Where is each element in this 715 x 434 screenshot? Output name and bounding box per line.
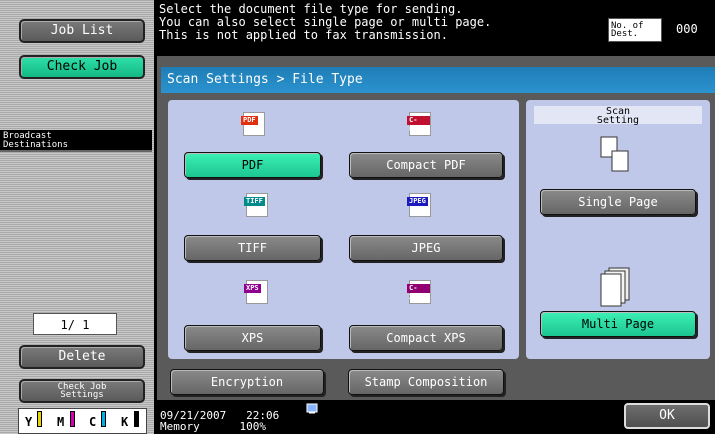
compact-pdf-button[interactable]: Compact PDF	[349, 152, 503, 178]
instruction-message: Select the document file type for sendin…	[159, 3, 599, 42]
toner-c-bar	[101, 411, 106, 427]
check-job-button[interactable]: Check Job	[19, 55, 145, 79]
pdf-file-icon: PDF	[241, 112, 265, 136]
status-memory-value: 100%	[239, 420, 267, 433]
tiff-file-icon: TIFF	[244, 193, 268, 217]
toner-m-label: M	[57, 415, 65, 429]
multi-page-icon	[600, 267, 630, 307]
toner-m-bar	[70, 411, 75, 427]
toner-c-label: C	[89, 415, 97, 429]
toner-k-bar	[134, 411, 139, 427]
pdf-button[interactable]: PDF	[184, 152, 321, 178]
compact-xps-button[interactable]: Compact XPS	[349, 325, 503, 351]
toner-y-label: Y	[25, 415, 33, 429]
job-list-button[interactable]: Job List	[19, 19, 145, 43]
delete-button[interactable]: Delete	[19, 345, 145, 369]
single-page-icon	[600, 136, 629, 172]
file-type-panel: PDF PDF C-PDF Compact PDF TIFF TIFF JPEG…	[168, 100, 519, 359]
xps-file-icon: XPS	[244, 280, 268, 304]
page-counter: 1/ 1	[33, 313, 117, 335]
destination-count: 000	[676, 22, 698, 36]
check-job-settings-button[interactable]: Check Job Settings	[19, 379, 145, 403]
broadcast-destinations-tab[interactable]: Broadcast Destinations	[0, 130, 152, 152]
dest-label-line2: Dest.	[611, 29, 639, 39]
date-time-memory: 09/21/2007 22:06 Memory 100%	[160, 410, 279, 432]
single-page-button[interactable]: Single Page	[540, 189, 696, 215]
scan-setting-title-line2: Setting	[596, 115, 640, 126]
multi-page-button[interactable]: Multi Page	[540, 311, 696, 337]
status-bar: 09/21/2007 22:06 Memory 100% OK	[154, 400, 715, 434]
scan-setting-panel: Scan Setting Single Page Multi Page	[526, 100, 710, 359]
ok-button[interactable]: OK	[624, 403, 710, 429]
left-sidebar: Job List Check Job Broadcast Destination…	[0, 0, 154, 434]
main-area: Scan Settings > File Type PDF PDF C-PDF …	[157, 56, 715, 400]
breadcrumb: Scan Settings > File Type	[161, 67, 715, 93]
toner-k-label: K	[121, 415, 129, 429]
status-memory-label: Memory	[160, 420, 200, 433]
network-icon	[306, 403, 318, 414]
scan-setting-title: Scan Setting	[534, 106, 702, 126]
jpeg-button[interactable]: JPEG	[349, 235, 503, 261]
destination-count-label: No. of Dest.	[608, 18, 662, 42]
jpeg-file-icon: JPEG	[407, 193, 431, 217]
scan-file-type-screen: Job List Check Job Broadcast Destination…	[0, 0, 715, 434]
tiff-button[interactable]: TIFF	[184, 235, 321, 261]
xps-button[interactable]: XPS	[184, 325, 321, 351]
compact-pdf-file-icon: C-PDF	[407, 112, 431, 136]
broadcast-label-line2: Destinations	[3, 140, 69, 150]
compact-xps-file-icon: C-XPS	[407, 280, 431, 304]
stamp-composition-button[interactable]: Stamp Composition	[348, 369, 504, 395]
toner-indicator: Y M C K	[18, 408, 147, 434]
encryption-button[interactable]: Encryption	[170, 369, 324, 395]
message-line3: This is not applied to fax transmission.	[159, 28, 448, 42]
toner-y-bar	[37, 411, 42, 427]
check-job-settings-line2: Settings	[60, 390, 104, 400]
